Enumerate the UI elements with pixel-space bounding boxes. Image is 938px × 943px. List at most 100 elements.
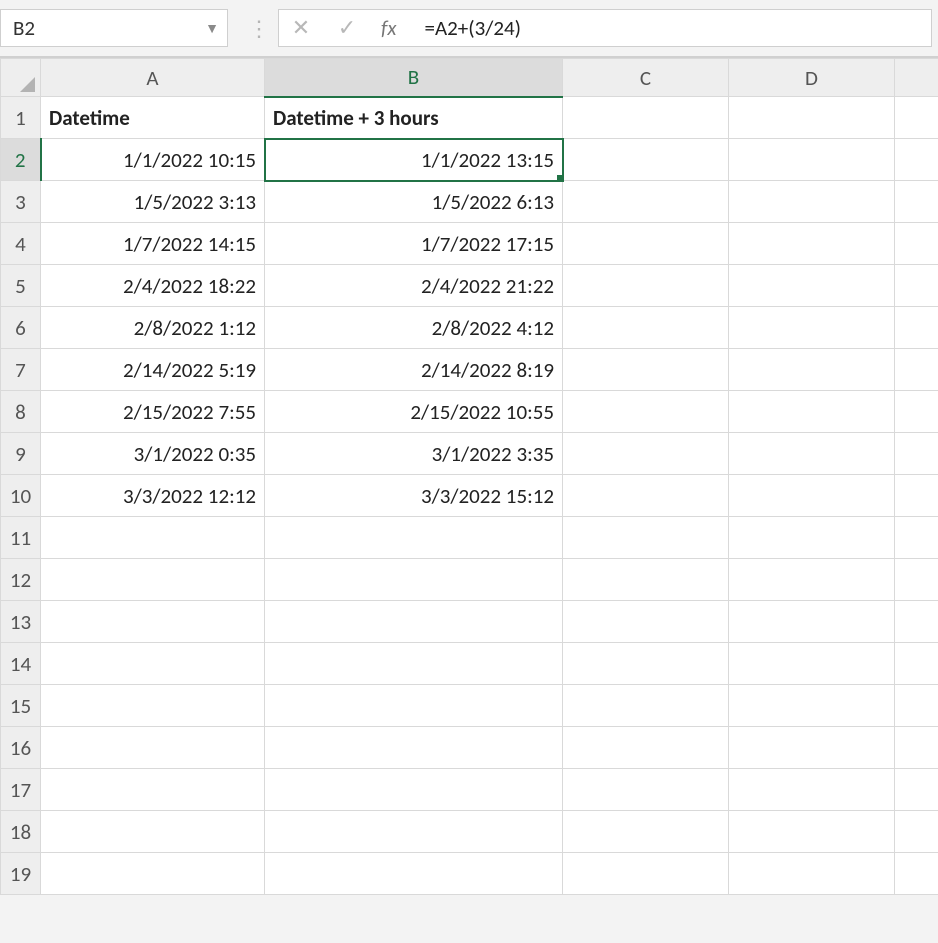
cell[interactable] [895,223,938,265]
cell[interactable] [41,643,265,685]
cell[interactable] [729,769,895,811]
col-header-A[interactable]: A [41,59,265,97]
cell[interactable]: Datetime [41,97,265,139]
cell[interactable] [729,601,895,643]
cell[interactable] [563,349,729,391]
cell[interactable] [895,769,938,811]
cell[interactable] [41,769,265,811]
cell[interactable] [563,391,729,433]
row-header[interactable]: 5 [1,265,41,307]
row-header[interactable]: 11 [1,517,41,559]
cell[interactable] [729,643,895,685]
cell[interactable] [895,517,938,559]
cell[interactable] [265,601,563,643]
cell[interactable] [563,97,729,139]
cell[interactable] [563,643,729,685]
cell[interactable]: 2/8/2022 4:12 [265,307,563,349]
row-header[interactable]: 17 [1,769,41,811]
cell[interactable] [895,643,938,685]
cell[interactable]: 2/4/2022 21:22 [265,265,563,307]
row-header[interactable]: 15 [1,685,41,727]
cell[interactable]: 2/8/2022 1:12 [41,307,265,349]
cell[interactable] [729,391,895,433]
cell[interactable] [729,559,895,601]
cell[interactable]: 1/5/2022 3:13 [41,181,265,223]
cell[interactable]: Datetime + 3 hours [265,97,563,139]
cell[interactable]: 2/15/2022 10:55 [265,391,563,433]
name-box[interactable]: ▼ [0,9,228,47]
cell[interactable]: 1/1/2022 10:15 [41,139,265,181]
cell[interactable] [265,727,563,769]
col-header-E[interactable] [895,59,938,97]
cell[interactable]: 3/3/2022 12:12 [41,475,265,517]
cell[interactable] [895,727,938,769]
cell[interactable] [265,853,563,895]
select-all-corner[interactable] [1,59,41,97]
cell[interactable] [729,349,895,391]
cell[interactable] [265,769,563,811]
row-header[interactable]: 16 [1,727,41,769]
row-header[interactable]: 1 [1,97,41,139]
cell[interactable] [729,517,895,559]
cell[interactable] [563,811,729,853]
cell[interactable] [895,811,938,853]
cell[interactable] [563,601,729,643]
cell[interactable] [895,97,938,139]
cell[interactable] [563,223,729,265]
cell[interactable] [41,811,265,853]
cell[interactable]: 2/15/2022 7:55 [41,391,265,433]
row-header[interactable]: 2 [1,139,41,181]
cell[interactable] [895,181,938,223]
cell[interactable]: 2/4/2022 18:22 [41,265,265,307]
cell[interactable] [895,265,938,307]
cell[interactable] [895,433,938,475]
cell[interactable] [729,181,895,223]
cell[interactable] [729,223,895,265]
cell[interactable]: 1/7/2022 17:15 [265,223,563,265]
row-header[interactable]: 9 [1,433,41,475]
cell[interactable] [729,139,895,181]
cell[interactable] [729,265,895,307]
cell[interactable]: 1/7/2022 14:15 [41,223,265,265]
cell[interactable] [563,181,729,223]
cell[interactable] [265,811,563,853]
cell[interactable] [563,475,729,517]
cell[interactable] [265,559,563,601]
fx-icon[interactable]: fx [381,15,397,41]
cell[interactable] [895,685,938,727]
formula-input[interactable] [425,15,921,41]
selected-cell[interactable]: 1/1/2022 13:15 [265,139,563,181]
cell[interactable] [895,307,938,349]
cell[interactable]: 2/14/2022 8:19 [265,349,563,391]
cell[interactable]: 3/3/2022 15:12 [265,475,563,517]
cell[interactable] [265,643,563,685]
cell[interactable] [895,559,938,601]
spreadsheet-grid[interactable]: A B C D 1DatetimeDatetime + 3 hours21/1/… [0,58,938,895]
row-header[interactable]: 3 [1,181,41,223]
cell[interactable] [563,685,729,727]
cell[interactable]: 3/1/2022 0:35 [41,433,265,475]
cell[interactable] [563,853,729,895]
cell[interactable]: 2/14/2022 5:19 [41,349,265,391]
row-header[interactable]: 7 [1,349,41,391]
row-header[interactable]: 6 [1,307,41,349]
cell[interactable] [895,475,938,517]
cell[interactable]: 3/1/2022 3:35 [265,433,563,475]
cell[interactable] [265,685,563,727]
row-header[interactable]: 13 [1,601,41,643]
cell[interactable] [563,307,729,349]
cell[interactable] [729,433,895,475]
cell[interactable]: 1/5/2022 6:13 [265,181,563,223]
row-header[interactable]: 10 [1,475,41,517]
cell[interactable] [563,559,729,601]
chevron-down-icon[interactable]: ▼ [205,20,219,37]
cell[interactable] [895,391,938,433]
cell[interactable] [563,139,729,181]
cell[interactable] [41,685,265,727]
col-header-B[interactable]: B [265,59,563,97]
cell[interactable] [41,853,265,895]
cell[interactable] [729,727,895,769]
row-header[interactable]: 4 [1,223,41,265]
cell[interactable] [729,853,895,895]
cell[interactable] [729,685,895,727]
